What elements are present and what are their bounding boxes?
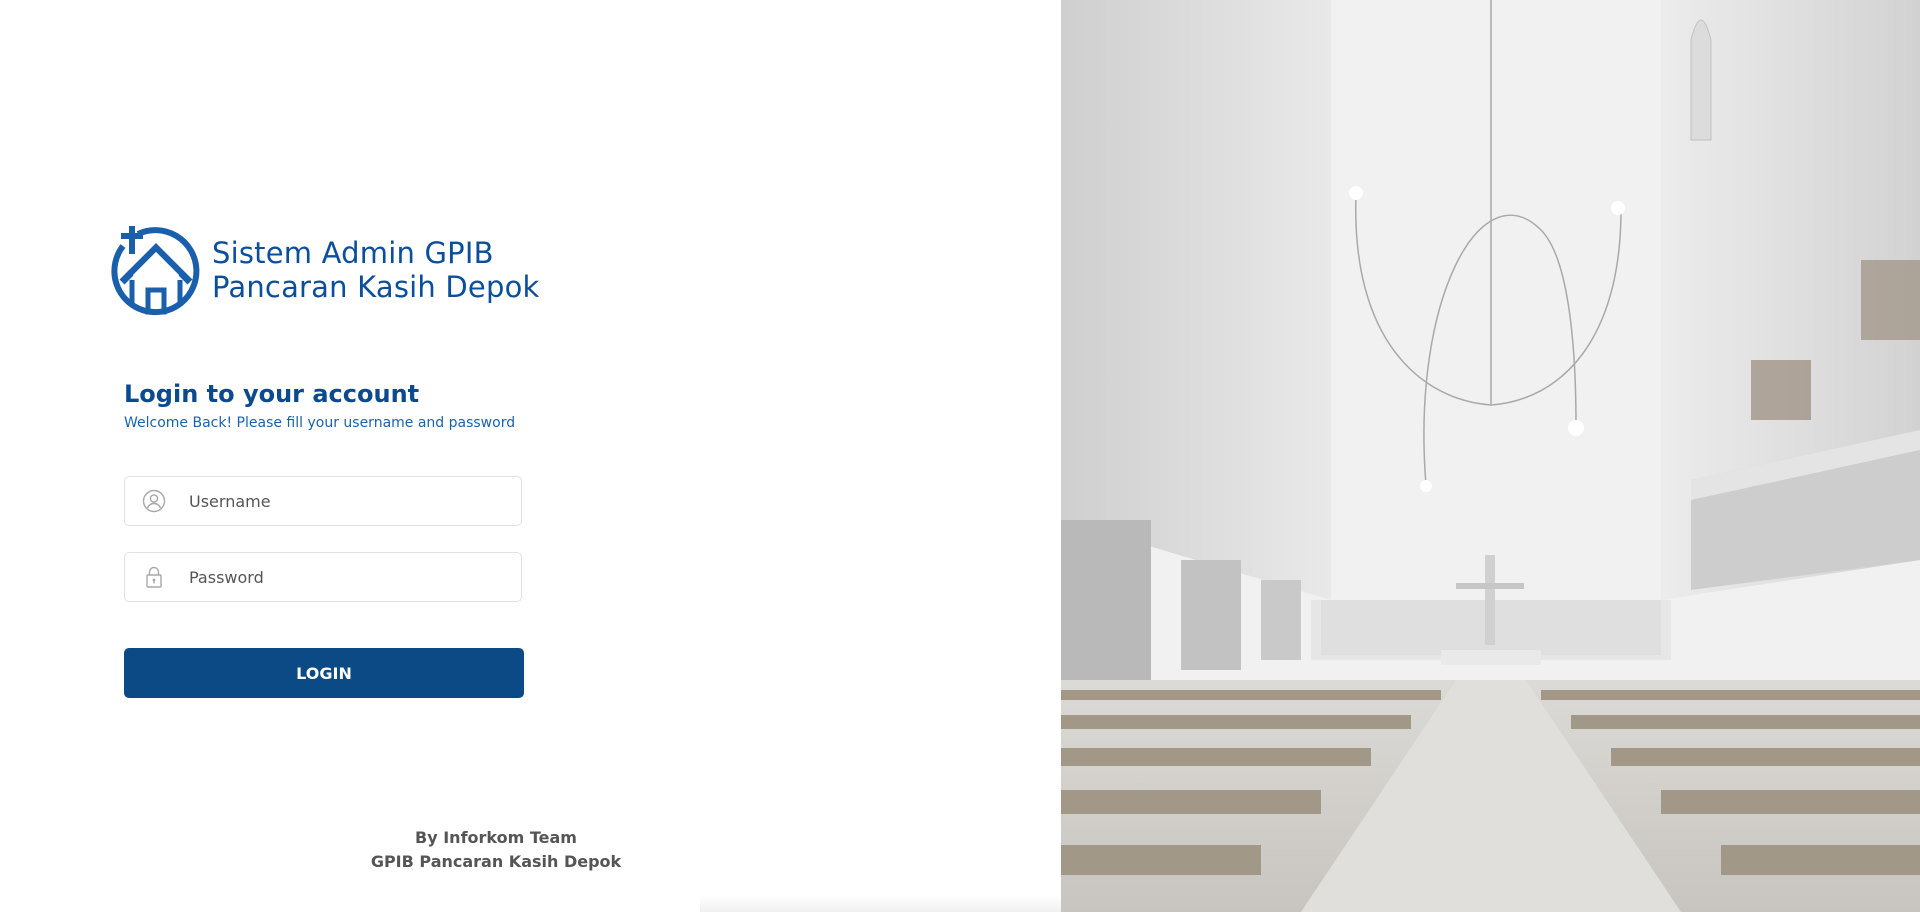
church-interior-photo	[1061, 0, 1920, 912]
password-field[interactable]	[124, 552, 522, 602]
footer-credits: By Inforkom Team GPIB Pancaran Kasih Dep…	[0, 826, 992, 874]
app-title-line2: Pancaran Kasih Depok	[212, 270, 540, 304]
lamp-bulb-4	[1420, 480, 1432, 492]
footer-team: By Inforkom Team	[415, 828, 577, 847]
left-wall	[1061, 0, 1331, 600]
password-input[interactable]	[187, 566, 511, 588]
lock-icon	[141, 564, 167, 590]
login-page: Sistem Admin GPIB Pancaran Kasih Depok L…	[0, 0, 1920, 912]
cross-horizontal	[1456, 583, 1524, 589]
bottom-shadow	[700, 895, 1061, 912]
app-title-line1: Sistem Admin GPIB	[212, 236, 494, 270]
brand-header: Sistem Admin GPIB Pancaran Kasih Depok	[110, 224, 540, 316]
login-subheading: Welcome Back! Please fill your username …	[124, 415, 516, 431]
login-heading: Login to your account	[124, 380, 420, 408]
left-pillar-2	[1181, 560, 1241, 670]
app-title: Sistem Admin GPIB Pancaran Kasih Depok	[212, 236, 540, 304]
login-panel: Sistem Admin GPIB Pancaran Kasih Depok L…	[0, 0, 1061, 912]
username-field[interactable]	[124, 476, 522, 526]
church-interior-illustration	[1061, 0, 1920, 912]
footer-church: GPIB Pancaran Kasih Depok	[370, 852, 622, 871]
right-window	[1751, 360, 1811, 420]
username-input[interactable]	[187, 490, 511, 512]
lamp-bulb-3	[1568, 420, 1584, 436]
arched-window	[1690, 19, 1712, 141]
cross-vertical	[1485, 555, 1495, 645]
lamp-bulb-2	[1611, 201, 1625, 215]
church-house-cross-logo-icon	[111, 226, 200, 316]
altar-table	[1441, 650, 1541, 665]
user-circle-icon	[141, 488, 167, 514]
lamp-bulb	[1349, 186, 1363, 200]
left-pillar-3	[1261, 580, 1301, 660]
left-pillar	[1061, 520, 1151, 680]
right-window-upper	[1861, 260, 1920, 340]
login-button[interactable]: LOGIN	[124, 648, 524, 698]
